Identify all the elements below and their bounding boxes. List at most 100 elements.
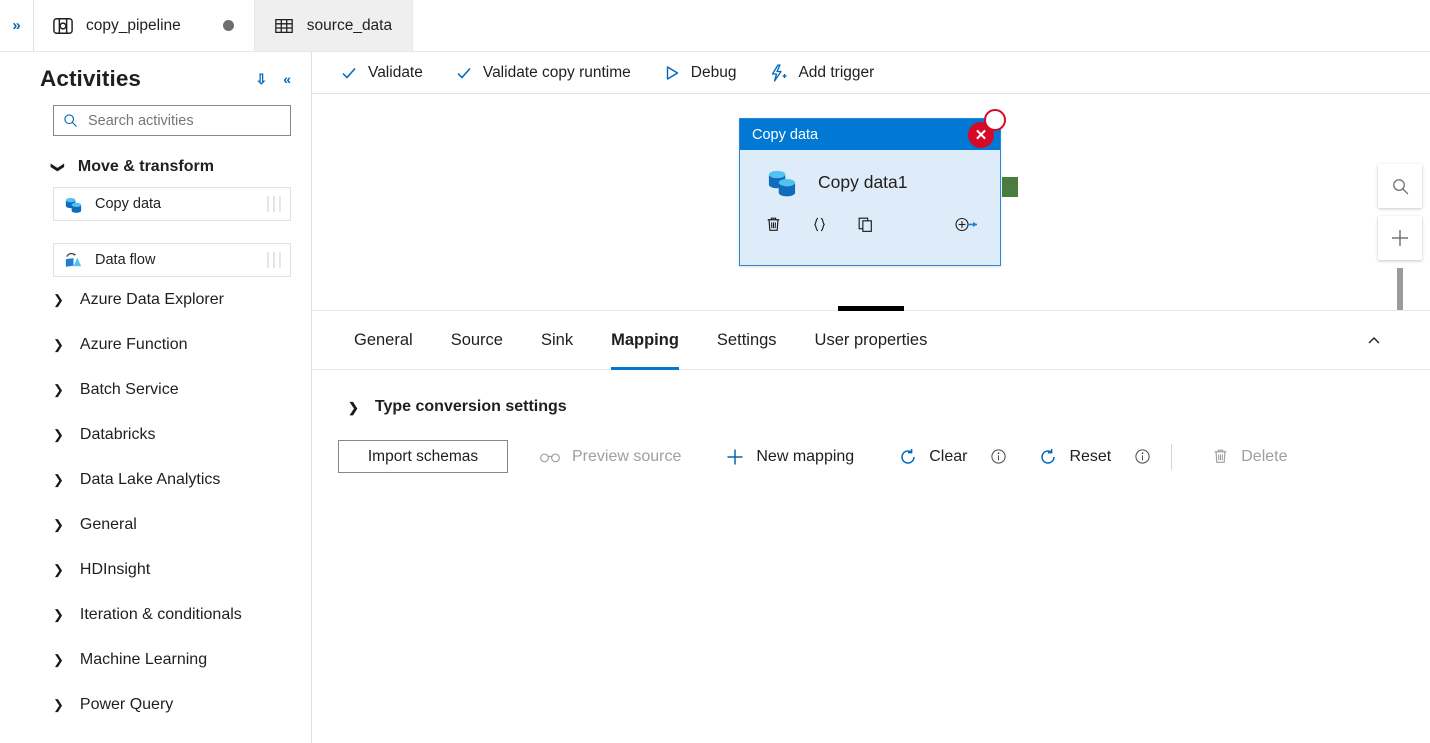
group-label: Move & transform <box>77 158 214 175</box>
plus-icon <box>727 449 743 464</box>
chevron-right-icon: ❯ <box>53 472 64 487</box>
expand-rail-button[interactable]: » <box>0 0 34 51</box>
tab-source-data[interactable]: source_data <box>254 0 414 51</box>
debug-label: Debug <box>690 63 737 81</box>
activity-category-iteration-conditionals[interactable]: ❯ Iteration & conditionals <box>0 592 311 637</box>
category-label: Power Query <box>79 695 174 713</box>
node-body: Copy data1 <box>740 150 1000 200</box>
chevron-right-icon: ❯ <box>348 399 359 415</box>
import-schemas-button[interactable]: Import schemas <box>338 440 508 473</box>
copy-data-icon <box>65 197 82 213</box>
tab-source[interactable]: Source <box>437 311 517 370</box>
new-mapping-button[interactable]: New mapping <box>712 440 867 473</box>
clear-info-icon[interactable] <box>990 448 1007 465</box>
properties-tab-bar: General Source Sink Mapping Settings User pro… <box>312 311 1430 370</box>
drag-handle-icon[interactable] <box>267 196 281 212</box>
validate-copy-runtime-button[interactable]: Validate copy runtime <box>451 57 645 89</box>
activity-category-azure-data-explorer[interactable]: ❯ Azure Data Explorer <box>0 277 311 322</box>
preview-source-label: Preview source <box>572 447 682 465</box>
node-failure-connector[interactable] <box>984 109 1006 131</box>
pipeline-icon <box>53 17 73 34</box>
chevron-right-icon: ❯ <box>53 562 64 577</box>
debug-button[interactable]: Debug <box>659 57 751 89</box>
node-name-label: Copy data1 <box>818 171 908 192</box>
delete-button[interactable]: Delete <box>1198 440 1300 473</box>
collapse-properties-panel-button[interactable] <box>1358 325 1390 357</box>
activity-copy-data[interactable]: Copy data <box>53 187 291 221</box>
reset-label: Reset <box>1069 447 1112 465</box>
add-trigger-label: Add trigger <box>798 63 875 81</box>
chevron-double-left-icon[interactable]: « <box>283 72 291 86</box>
chevron-right-icon: ❯ <box>53 292 64 307</box>
activity-category-machine-learning[interactable]: ❯ Machine Learning <box>0 637 311 682</box>
trash-icon[interactable] <box>764 215 810 234</box>
code-braces-icon[interactable] <box>810 215 856 234</box>
zoom-slider-track[interactable] <box>1397 268 1403 310</box>
tab-mapping[interactable]: Mapping <box>597 311 693 370</box>
zoom-in-button[interactable] <box>1378 216 1422 260</box>
node-success-connector[interactable] <box>1002 177 1018 197</box>
group-move-and-transform[interactable]: ❯ Move & transform <box>0 147 311 187</box>
activity-node-copy-data1[interactable]: Copy data ✕ Copy data1 <box>739 109 1018 266</box>
clear-button[interactable]: Clear <box>885 440 980 473</box>
tab-settings[interactable]: Settings <box>703 311 791 370</box>
tab-label: Settings <box>716 330 777 349</box>
tab-label: General <box>354 330 413 349</box>
activity-category-general[interactable]: ❯ General <box>0 502 311 547</box>
tab-copy-pipeline[interactable]: copy_pipeline <box>34 0 255 51</box>
lightning-bolt-plus-icon <box>772 63 787 82</box>
activities-panel: Activities ⇩ « ❯ Move & transform <box>0 52 312 743</box>
zoom-to-fit-button[interactable] <box>1378 164 1422 208</box>
tab-sink[interactable]: Sink <box>527 311 587 370</box>
activity-category-hdinsight[interactable]: ❯ HDInsight <box>0 547 311 592</box>
add-trigger-button[interactable]: Add trigger <box>764 57 888 89</box>
node-type-label: Copy data <box>752 126 819 143</box>
unsaved-changes-dot <box>222 20 234 31</box>
glasses-icon <box>540 452 560 462</box>
validate-button[interactable]: Validate <box>336 57 437 89</box>
chevron-right-icon: ❯ <box>53 382 64 397</box>
reset-button[interactable]: Reset <box>1025 440 1124 473</box>
activity-data-flow[interactable]: Data flow <box>53 243 291 277</box>
search-activities-box[interactable] <box>53 105 291 136</box>
canvas-zoom-controls <box>1378 164 1422 310</box>
tab-general[interactable]: General <box>340 311 427 370</box>
mapping-command-bar: Import schemas Preview source New mappin… <box>312 416 1430 473</box>
dataset-table-icon <box>274 18 293 33</box>
validate-copy-runtime-label: Validate copy runtime <box>482 63 631 81</box>
chevron-right-icon: ❯ <box>53 337 64 352</box>
activity-category-databricks[interactable]: ❯ Databricks <box>0 412 311 457</box>
refresh-ccw-icon <box>901 448 915 464</box>
type-conversion-settings-label: Type conversion settings <box>374 398 567 415</box>
checkmark-icon <box>457 67 471 79</box>
drag-handle-icon[interactable] <box>267 252 281 268</box>
add-output-icon[interactable] <box>954 215 1000 234</box>
copy-icon[interactable] <box>856 215 902 234</box>
reset-info-icon[interactable] <box>1134 448 1151 465</box>
category-label: Machine Learning <box>79 650 208 668</box>
type-conversion-settings-toggle[interactable]: ❯ Type conversion settings <box>312 370 567 416</box>
copy-data-icon <box>768 170 796 197</box>
activity-category-batch-service[interactable]: ❯ Batch Service <box>0 367 311 412</box>
pipeline-canvas[interactable]: Copy data ✕ Copy data1 <box>312 94 1430 310</box>
trash-icon <box>1214 449 1227 463</box>
activity-category-power-query[interactable]: ❯ Power Query <box>0 682 311 727</box>
plus-icon <box>1392 230 1408 246</box>
chevron-up-icon <box>1368 337 1380 344</box>
activity-category-data-lake-analytics[interactable]: ❯ Data Lake Analytics <box>0 457 311 502</box>
preview-source-button[interactable]: Preview source <box>526 440 694 473</box>
node-action-bar <box>740 200 1000 234</box>
refresh-ccw-icon <box>1041 448 1056 464</box>
activity-category-azure-function[interactable]: ❯ Azure Function <box>0 322 311 367</box>
tab-user-properties[interactable]: User properties <box>801 311 942 370</box>
category-label: HDInsight <box>79 560 151 578</box>
search-input[interactable] <box>86 111 281 130</box>
chevron-double-down-icon[interactable]: ⇩ <box>255 72 267 86</box>
chevron-double-right-icon: » <box>12 17 21 34</box>
tab-label: Mapping <box>611 330 679 349</box>
tab-label: source_data <box>306 16 393 34</box>
data-flow-icon <box>65 252 82 267</box>
chevron-right-icon: ❯ <box>53 517 64 532</box>
tab-label: User properties <box>814 330 928 349</box>
activity-properties-panel: General Source Sink Mapping Settings User pro… <box>312 306 1430 743</box>
